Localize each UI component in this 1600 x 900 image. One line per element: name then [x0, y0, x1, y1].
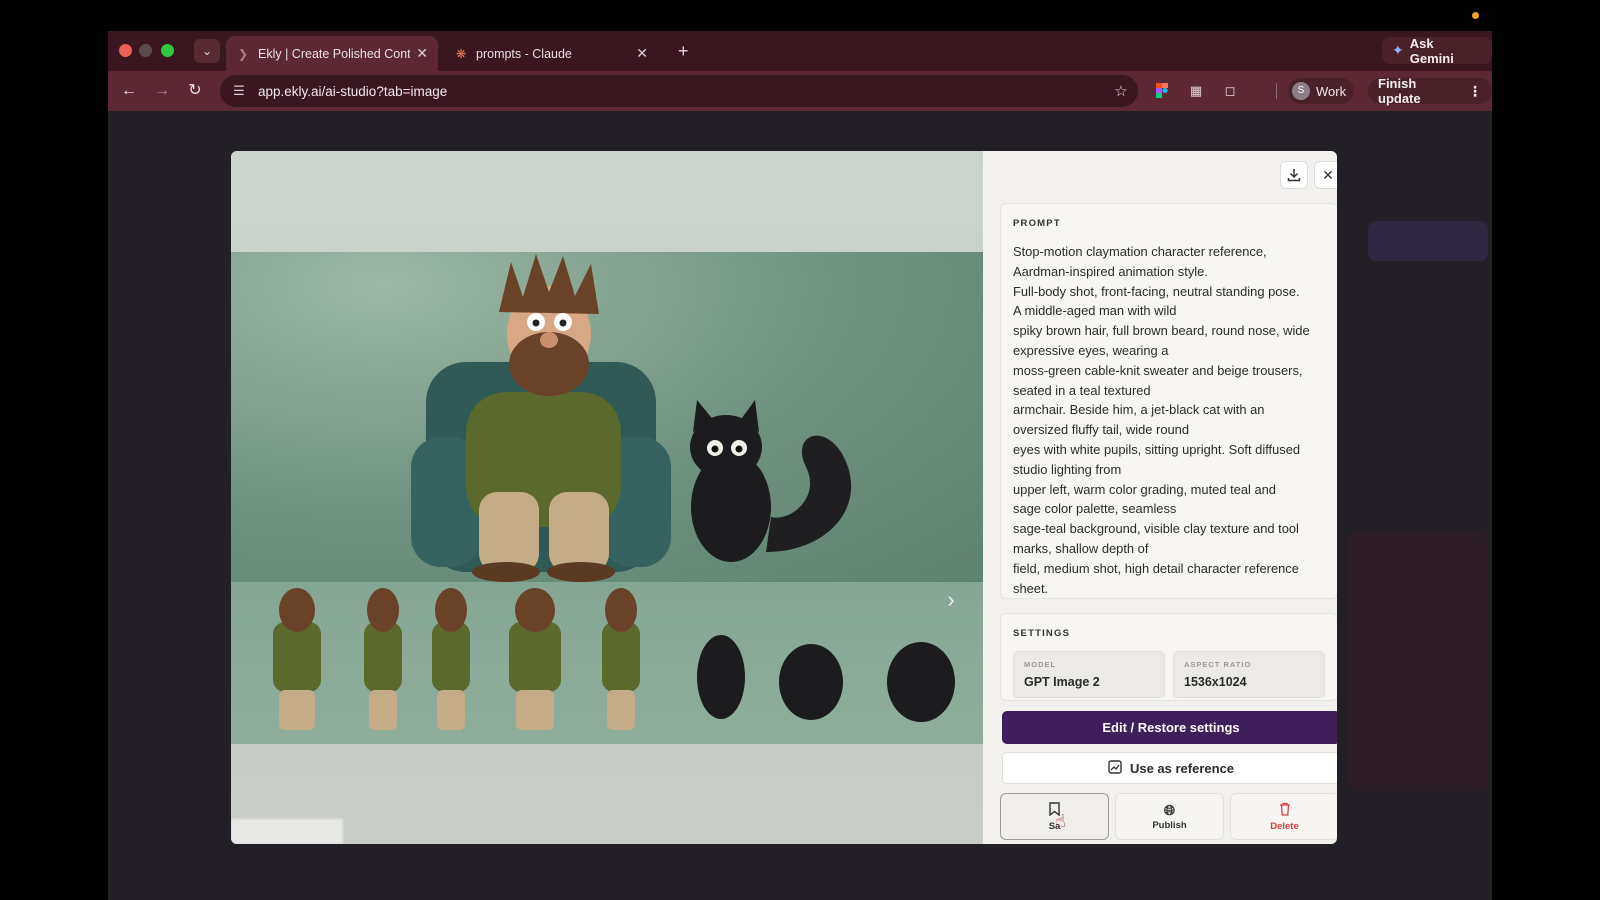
edit-restore-settings-button[interactable]: Edit / Restore settings: [1002, 711, 1337, 744]
image-details-panel: ✕ PROMPT Stop-motion claymation characte…: [983, 151, 1337, 844]
image-turnaround-sheet: [231, 582, 983, 744]
background-element: [1368, 221, 1488, 261]
blurred-element: [231, 819, 343, 844]
minimize-window-button[interactable]: [139, 44, 152, 57]
browser-toolbar: ← → ↻ ☰ app.ekly.ai/ai-studio?tab=image …: [108, 71, 1492, 111]
prompt-line: eyes with white pupils, sitting upright.…: [1013, 441, 1301, 457]
trash-icon: [1279, 802, 1291, 818]
forward-arrow-icon[interactable]: →: [151, 80, 173, 102]
prompt-line: expressive eyes, wearing a: [1013, 342, 1169, 358]
ekly-favicon-icon: ❯: [237, 46, 249, 61]
prompt-line: Full-body shot, front-facing, neutral st…: [1013, 283, 1300, 299]
address-bar[interactable]: ☰ app.ekly.ai/ai-studio?tab=image ☆: [220, 75, 1138, 107]
prompt-line: upper left, warm color grading, muted te…: [1013, 481, 1276, 497]
delete-button[interactable]: Delete: [1230, 793, 1337, 840]
ask-gemini-button[interactable]: ✦ Ask Gemini: [1382, 35, 1492, 66]
back-arrow-icon[interactable]: ←: [118, 80, 140, 102]
model-field: MODEL GPT Image 2: [1013, 651, 1165, 698]
close-window-button[interactable]: [119, 44, 132, 57]
new-tab-plus-icon[interactable]: +: [678, 41, 689, 62]
image-main-scene: [231, 252, 983, 582]
aspect-ratio-value: 1536x1024: [1184, 675, 1247, 689]
use-as-reference-label: Use as reference: [1129, 760, 1235, 776]
prompt-line: Aardman-inspired animation style.: [1013, 263, 1208, 279]
bookmark-star-icon[interactable]: ☆: [1104, 82, 1138, 100]
claude-favicon-icon: ❋: [455, 46, 467, 61]
extensions-puzzle-icon[interactable]: ◻: [1220, 81, 1240, 101]
aspect-ratio-field: ASPECT RATIO 1536x1024: [1173, 651, 1325, 698]
delete-label: Delete: [1270, 820, 1299, 832]
notification-dot: [1472, 12, 1479, 19]
toolbar-divider: [1276, 83, 1277, 99]
finish-update-button[interactable]: Finish update ⋮: [1368, 76, 1492, 106]
gemini-sparkle-icon: ✦: [1392, 42, 1404, 58]
prompt-line: sage-teal background, visible clay textu…: [1013, 521, 1299, 537]
tab-title: prompts - Claude: [476, 46, 572, 61]
close-tab-icon[interactable]: ✕: [636, 45, 648, 62]
kebab-menu-icon[interactable]: ⋮: [1468, 83, 1482, 100]
publish-label: Publish: [1152, 819, 1187, 831]
prompt-line: seated in a teal textured: [1013, 382, 1151, 398]
site-info-icon[interactable]: ☰: [224, 83, 254, 99]
prompt-line: spiky brown hair, full brown beard, roun…: [1013, 323, 1310, 339]
tab-search-chevron-icon[interactable]: ⌄: [194, 39, 220, 63]
model-label: MODEL: [1024, 660, 1057, 669]
prompt-line: sage color palette, seamless: [1013, 501, 1177, 517]
url-text[interactable]: app.ekly.ai/ai-studio?tab=image: [254, 84, 1104, 99]
publish-button[interactable]: 🌐︎ Publish: [1115, 793, 1224, 840]
prompt-line: Stop-motion claymation character referen…: [1013, 244, 1267, 259]
settings-heading: SETTINGS: [1013, 628, 1071, 639]
prompt-text: Stop-motion claymation character referen…: [1013, 242, 1325, 598]
model-value: GPT Image 2: [1024, 675, 1100, 689]
profile-button[interactable]: S Work: [1288, 78, 1355, 104]
scene-illustration: [411, 254, 852, 582]
avatar: S: [1292, 82, 1310, 100]
screen: ⌄ ❯ Ekly | Create Polished Conten ✕ ❋ pr…: [0, 0, 1600, 900]
next-image-chevron-icon[interactable]: ›: [936, 585, 966, 615]
tab-claude[interactable]: ❋ prompts - Claude ✕: [444, 36, 658, 71]
download-icon[interactable]: [1280, 161, 1308, 189]
finish-update-label: Finish update: [1378, 76, 1421, 106]
prompt-line: sheet.: [1013, 580, 1049, 596]
prompt-line: A middle-aged man with wild: [1013, 303, 1177, 319]
use-as-reference-button[interactable]: Use as reference: [1002, 752, 1337, 784]
prompt-line: studio lighting from: [1013, 461, 1122, 477]
prompt-line: oversized fluffy tail, wide round: [1013, 422, 1190, 438]
image-reference-icon: [1108, 759, 1122, 777]
generated-image: ›: [231, 252, 983, 744]
ask-gemini-label: Ask Gemini: [1409, 35, 1454, 66]
prompt-card: PROMPT Stop-motion claymation character …: [1000, 203, 1337, 599]
tab-strip: ⌄ ❯ Ekly | Create Polished Conten ✕ ❋ pr…: [108, 31, 1492, 71]
aspect-ratio-label: ASPECT RATIO: [1184, 660, 1252, 669]
prompt-line: marks, shallow depth of: [1013, 540, 1149, 556]
globe-icon: 🌐︎: [1163, 801, 1176, 818]
background-element: [1348, 531, 1488, 791]
mouse-pointer-icon: ☝: [1055, 811, 1066, 831]
prompt-line: armchair. Beside him, a jet-black cat wi…: [1013, 402, 1265, 418]
prompt-line: field, medium shot, high detail characte…: [1013, 560, 1299, 576]
prompt-heading: PROMPT: [1013, 218, 1061, 229]
close-icon[interactable]: ✕: [1314, 161, 1337, 189]
spreadsheet-extension-icon[interactable]: ▦: [1186, 81, 1206, 101]
image-preview-pane: ›: [231, 151, 983, 844]
close-tab-icon[interactable]: ✕: [416, 45, 428, 62]
tab-ekly[interactable]: ❯ Ekly | Create Polished Conten ✕: [226, 36, 438, 71]
browser-window: ⌄ ❯ Ekly | Create Polished Conten ✕ ❋ pr…: [108, 31, 1492, 900]
prompt-line: moss-green cable-knit sweater and beige …: [1013, 362, 1303, 378]
figma-extension-icon[interactable]: [1152, 81, 1172, 101]
tab-title: Ekly | Create Polished Conten: [258, 46, 411, 61]
settings-card: SETTINGS MODEL GPT Image 2 ASPECT RATIO …: [1000, 613, 1337, 701]
turnaround-illustration: [273, 588, 955, 730]
image-detail-modal: › ✕ PROMPT Stop-motion claymation charac…: [231, 151, 1337, 844]
profile-label: Work: [1316, 83, 1347, 99]
reload-icon[interactable]: ↻: [184, 80, 206, 102]
maximize-window-button[interactable]: [161, 44, 174, 57]
